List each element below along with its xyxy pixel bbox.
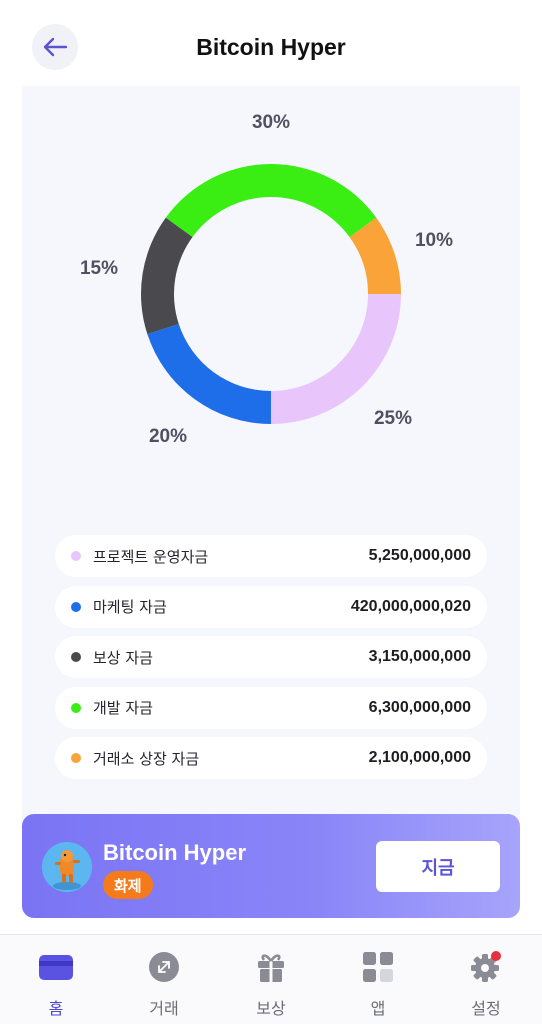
legend-color-dot (71, 551, 81, 561)
legend-color-dot (71, 601, 81, 612)
donut-slice (271, 294, 401, 424)
wallet-icon (38, 949, 74, 985)
tab-settings-label: 설정 (471, 999, 501, 1018)
tab-apps[interactable]: 앱 (338, 949, 418, 1019)
legend-name: 마케팅 자금 (93, 598, 167, 616)
gift-icon (253, 949, 289, 985)
notification-dot (491, 951, 501, 961)
legend-name: 개발 자금 (93, 699, 153, 717)
legend-value: 6,300,000,000 (368, 698, 471, 716)
tab-trade-label: 거래 (149, 999, 179, 1018)
gear-icon (468, 949, 504, 985)
tab-rewards-label: 보상 (256, 999, 286, 1018)
legend-row: 보상 자금 3,150,000,000 (55, 636, 487, 678)
legend-row: 프로젝트 운영자금 5,250,000,000 (55, 535, 487, 577)
promo-banner[interactable]: Bitcoin Hyper 화제 지금 (22, 814, 520, 918)
legend-value: 420,000,000,020 (350, 597, 471, 615)
allocation-panel: 10% 25% 20% 15% 30% 프로젝트 운영자금 5,250,000,000 마케… (22, 86, 520, 820)
legend-name: 거래소 상장 자금 (93, 749, 200, 768)
legend-value: 2,100,000,000 (368, 749, 471, 766)
swap-icon (146, 949, 182, 985)
donut-slice (147, 323, 271, 424)
tab-settings[interactable]: 설정 (446, 949, 526, 1019)
tab-trade[interactable]: 거래 (124, 949, 204, 1019)
allocation-donut-chart: 10% 25% 20% 15% 30% (80, 112, 453, 447)
legend-value: 5,250,000,000 (368, 547, 471, 564)
tab-apps-label: 앱 (370, 999, 386, 1018)
token-avatar (42, 842, 92, 892)
allocation-legend: 프로젝트 운영자금 5,250,000,000 마케팅 자금 420,000,000,… (55, 535, 487, 788)
legend-value: 3,150,000,000 (368, 648, 471, 665)
banner-title: Bitcoin Hyper (103, 840, 247, 865)
legend-name: 프로젝트 운영자금 (93, 547, 209, 566)
legend-row: 거래소 상장 자금 2,100,000,000 (55, 737, 487, 779)
apps-grid-icon (360, 949, 396, 985)
legend-color-dot (71, 753, 81, 763)
slice-percent-label: 30% (252, 112, 290, 133)
donut-slice (141, 217, 193, 335)
legend-color-dot (71, 702, 81, 713)
slice-percent-label: 10% (415, 230, 453, 251)
bottom-tab-bar: 홈 거래 보상 앱 설정 (0, 934, 542, 1024)
now-button[interactable]: 지금 (376, 841, 500, 892)
legend-name: 보상 자금 (93, 648, 153, 667)
legend-row: 마케팅 자금 420,000,000,020 (55, 585, 487, 628)
header: Bitcoin Hyper (0, 0, 542, 88)
legend-color-dot (71, 652, 81, 662)
donut-slice (165, 164, 377, 237)
slice-percent-label: 15% (80, 258, 118, 279)
tab-home-label: 홈 (48, 999, 64, 1018)
slice-percent-label: 25% (374, 408, 412, 429)
slice-percent-label: 20% (149, 426, 187, 447)
legend-row: 개발 자금 6,300,000,000 (55, 686, 487, 729)
tab-home[interactable]: 홈 (16, 949, 96, 1019)
page-title: Bitcoin Hyper (196, 34, 346, 60)
trending-badge: 화제 (103, 871, 153, 899)
tab-rewards[interactable]: 보상 (231, 949, 311, 1019)
